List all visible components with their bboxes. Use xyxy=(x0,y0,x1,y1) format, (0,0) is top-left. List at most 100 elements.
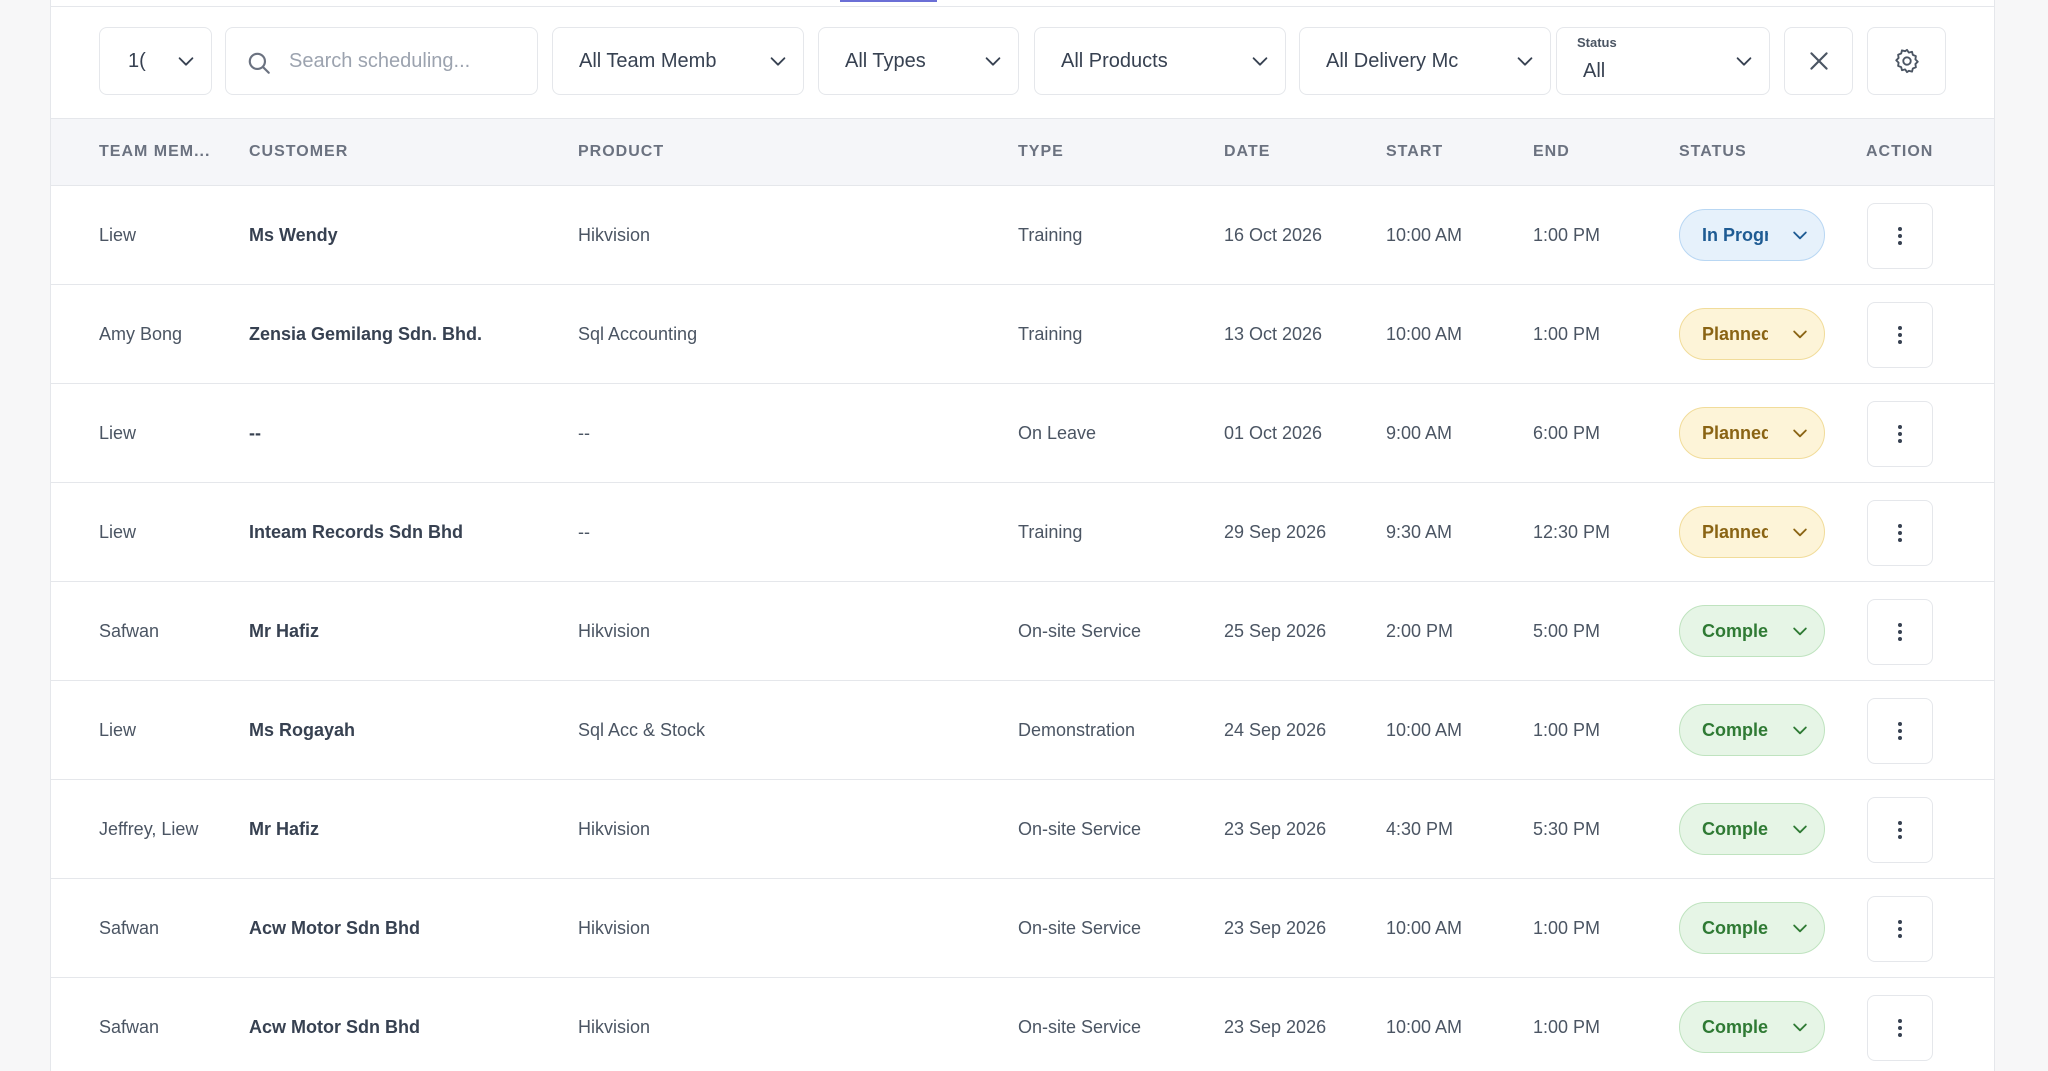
chevron-down-icon xyxy=(1793,231,1807,240)
column-header-status[interactable]: STATUS xyxy=(1679,119,1747,185)
status-select[interactable]: In Progress xyxy=(1679,209,1825,261)
cell-team-member: Safwan xyxy=(99,621,160,641)
chevron-down-icon xyxy=(1793,627,1807,636)
chevron-down-icon xyxy=(1793,429,1807,438)
team-member-filter[interactable]: All Team Memb xyxy=(552,27,804,95)
search-placeholder: Search scheduling... xyxy=(289,49,471,72)
column-header-end[interactable]: END xyxy=(1533,119,1570,185)
status-filter-value: All xyxy=(1583,60,1606,82)
chevron-down-icon xyxy=(1793,825,1807,834)
cell-start: 10:00 AM xyxy=(1386,1017,1463,1037)
row-actions-button[interactable] xyxy=(1867,401,1933,467)
table-row[interactable]: Liew Inteam Records Sdn Bhd -- Training … xyxy=(51,483,1994,582)
cell-date: 13 Oct 2026 xyxy=(1224,324,1323,344)
status-select[interactable]: Completed xyxy=(1679,902,1825,954)
cell-product: Sql Acc & Stock xyxy=(578,720,706,740)
type-filter[interactable]: All Types xyxy=(818,27,1019,95)
cell-end: 1:00 PM xyxy=(1533,324,1601,344)
column-header-start[interactable]: START xyxy=(1386,119,1443,185)
chevron-down-icon xyxy=(1793,1023,1807,1032)
team-member-filter-value: All Team Memb xyxy=(579,49,717,72)
table-row[interactable]: Liew Ms Rogayah Sql Acc & Stock Demonstr… xyxy=(51,681,1994,780)
status-select[interactable]: Planned xyxy=(1679,308,1825,360)
status-value: In Progress xyxy=(1702,225,1768,245)
status-select[interactable]: Completed xyxy=(1679,605,1825,657)
type-filter-value: All Types xyxy=(845,49,926,72)
page-size-select[interactable]: 1( xyxy=(99,27,212,95)
cell-end: 1:00 PM xyxy=(1533,918,1601,938)
delivery-mode-filter[interactable]: All Delivery Mc xyxy=(1299,27,1551,95)
chevron-down-icon xyxy=(770,57,786,66)
delivery-mode-filter-value: All Delivery Mc xyxy=(1326,49,1459,72)
status-select[interactable]: Planned xyxy=(1679,506,1825,558)
cell-team-member: Jeffrey, Liew xyxy=(99,819,199,839)
cell-team-member: Liew xyxy=(99,522,137,542)
row-actions-button[interactable] xyxy=(1867,203,1933,269)
table-row[interactable]: Liew Ms Wendy Hikvision Training 16 Oct … xyxy=(51,186,1994,285)
clear-filters-button[interactable] xyxy=(1784,27,1853,95)
row-actions-button[interactable] xyxy=(1867,896,1933,962)
column-header-date[interactable]: DATE xyxy=(1224,119,1270,185)
status-select[interactable]: Planned xyxy=(1679,407,1825,459)
status-filter-label: Status xyxy=(1577,35,1617,50)
row-actions-button[interactable] xyxy=(1867,500,1933,566)
more-vertical-icon xyxy=(1898,524,1902,542)
row-actions-button[interactable] xyxy=(1867,995,1933,1061)
row-actions-button[interactable] xyxy=(1867,797,1933,863)
row-actions-button[interactable] xyxy=(1867,698,1933,764)
cell-team-member: Safwan xyxy=(99,918,160,938)
more-vertical-icon xyxy=(1898,1019,1902,1037)
cell-team-member: Amy Bong xyxy=(99,324,183,344)
cell-customer: Acw Motor Sdn Bhd xyxy=(249,918,420,938)
cell-type: On-site Service xyxy=(1018,819,1142,839)
cell-date: 24 Sep 2026 xyxy=(1224,720,1327,740)
column-header-type[interactable]: TYPE xyxy=(1018,119,1064,185)
row-actions-button[interactable] xyxy=(1867,302,1933,368)
cell-date: 16 Oct 2026 xyxy=(1224,225,1323,245)
table-row[interactable]: Safwan Acw Motor Sdn Bhd Hikvision On-si… xyxy=(51,879,1994,978)
cell-start: 10:00 AM xyxy=(1386,918,1463,938)
column-header-team-member[interactable]: TEAM MEM... xyxy=(99,119,210,185)
cell-type: On-site Service xyxy=(1018,1017,1142,1037)
chevron-down-icon xyxy=(985,57,1001,66)
cell-product: -- xyxy=(578,423,590,443)
column-header-product[interactable]: PRODUCT xyxy=(578,119,664,185)
cell-end: 1:00 PM xyxy=(1533,225,1601,245)
cell-type: Training xyxy=(1018,225,1083,245)
table-row[interactable]: Jeffrey, Liew Mr Hafiz Hikvision On-site… xyxy=(51,780,1994,879)
column-header-customer[interactable]: CUSTOMER xyxy=(249,119,348,185)
search-input[interactable]: Search scheduling... xyxy=(225,27,538,95)
status-filter[interactable]: Status All xyxy=(1556,27,1770,95)
close-icon xyxy=(1809,52,1828,70)
row-actions-button[interactable] xyxy=(1867,599,1933,665)
table-row[interactable]: Safwan Mr Hafiz Hikvision On-site Servic… xyxy=(51,582,1994,681)
more-vertical-icon xyxy=(1898,821,1902,839)
chevron-down-icon xyxy=(1517,57,1533,66)
panel-top-divider xyxy=(51,6,1994,7)
more-vertical-icon xyxy=(1898,623,1902,641)
product-filter[interactable]: All Products xyxy=(1034,27,1286,95)
status-value: Completed xyxy=(1702,918,1768,938)
status-select[interactable]: Completed xyxy=(1679,803,1825,855)
cell-customer: Mr Hafiz xyxy=(249,621,320,641)
cell-end: 1:00 PM xyxy=(1533,1017,1601,1037)
cell-product: Hikvision xyxy=(578,225,651,245)
table-row[interactable]: Liew -- -- On Leave 01 Oct 2026 9:00 AM … xyxy=(51,384,1994,483)
cell-team-member: Liew xyxy=(99,720,137,740)
table-row[interactable]: Amy Bong Zensia Gemilang Sdn. Bhd. Sql A… xyxy=(51,285,1994,384)
status-value: Planned xyxy=(1702,423,1768,443)
more-vertical-icon xyxy=(1898,722,1902,740)
status-select[interactable]: Completed xyxy=(1679,704,1825,756)
cell-product: Sql Accounting xyxy=(578,324,698,344)
status-value: Planned xyxy=(1702,324,1768,344)
chevron-down-icon xyxy=(1252,57,1268,66)
status-select[interactable]: Completed xyxy=(1679,1001,1825,1053)
cell-team-member: Safwan xyxy=(99,1017,160,1037)
cell-product: Hikvision xyxy=(578,621,651,641)
cell-customer: Mr Hafiz xyxy=(249,819,320,839)
settings-button[interactable] xyxy=(1867,27,1946,95)
cell-start: 4:30 PM xyxy=(1386,819,1454,839)
table-row[interactable]: Safwan Acw Motor Sdn Bhd Hikvision On-si… xyxy=(51,978,1994,1071)
chevron-down-icon xyxy=(1793,330,1807,339)
cell-date: 01 Oct 2026 xyxy=(1224,423,1323,443)
